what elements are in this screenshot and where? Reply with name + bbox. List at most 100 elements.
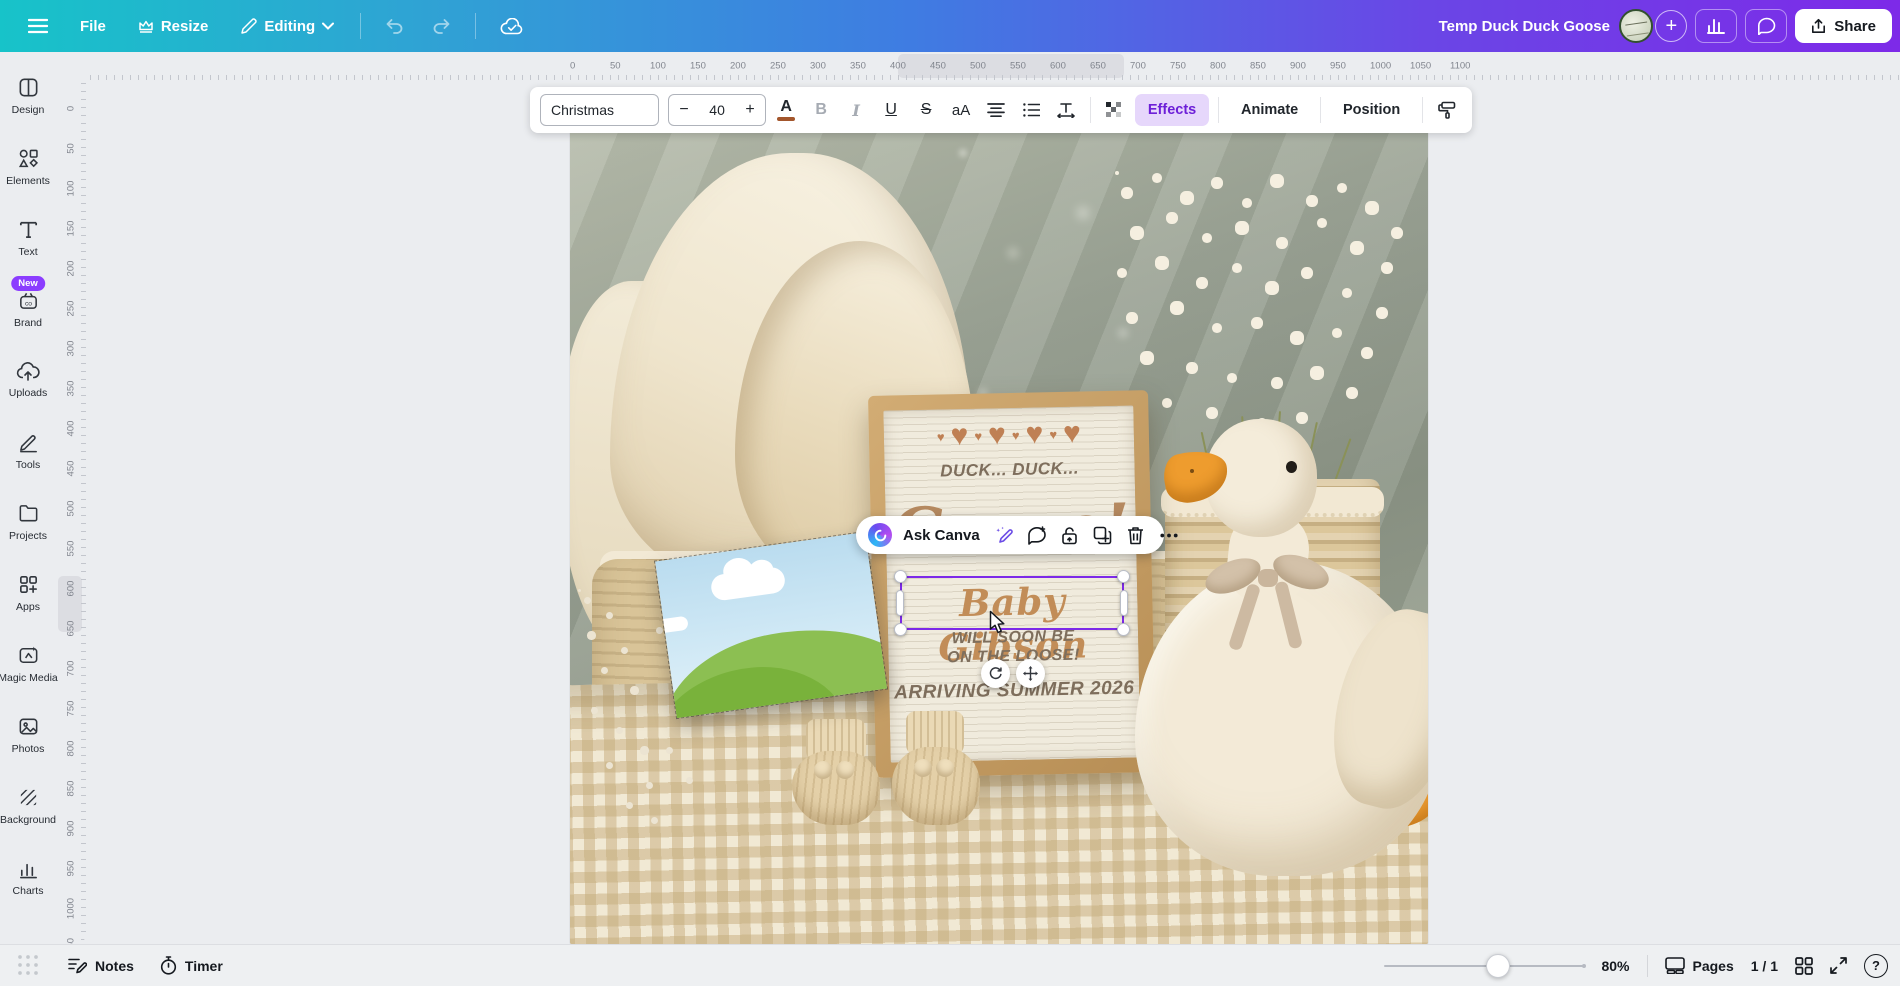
notes-button[interactable]: Notes [68,957,134,974]
zoom-slider-thumb[interactable] [1486,954,1510,978]
strikethrough-button[interactable]: S [911,94,941,126]
zoom-level[interactable]: 80% [1601,958,1629,974]
selection-handle-right[interactable] [1120,590,1128,616]
sidebar-item-uploads[interactable]: Uploads [0,360,56,431]
elements-icon [17,147,40,170]
selection-box[interactable] [900,576,1124,630]
page-indicator: 1 / 1 [1751,958,1778,974]
grid-view-button[interactable] [1795,957,1813,975]
italic-button[interactable]: I [841,94,871,126]
sidebar-item-photos[interactable]: Photos [0,715,56,786]
selection-handle-left[interactable] [896,590,904,616]
duplicate-icon[interactable] [1092,522,1114,548]
add-member-button[interactable]: + [1655,10,1687,42]
alignment-button[interactable] [981,94,1011,126]
comments-button[interactable] [1745,9,1787,43]
sidebar: Design Elements Text New co Brand Upload… [0,52,56,944]
ask-canva-label[interactable]: Ask Canva [903,527,980,544]
sidebar-item-charts[interactable]: Charts [0,857,56,928]
list-button[interactable] [1016,94,1046,126]
timer-button[interactable]: Timer [160,956,223,975]
main-menu-button[interactable] [16,10,60,42]
duck-eye [1286,461,1297,473]
bottom-bar: Notes Timer 80% Pages 1 / 1 ? [0,944,1900,986]
transparency-button[interactable] [1100,94,1130,126]
sidebar-item-projects[interactable]: Projects [0,502,56,573]
sidebar-item-elements[interactable]: Elements [0,147,56,218]
canva-assistant-icon[interactable] [868,523,892,547]
knitted-bootie-right [890,711,980,829]
font-size-stepper: − 40 + [668,94,766,126]
effects-button[interactable]: Effects [1135,94,1209,126]
landscape-image-element[interactable] [655,532,887,718]
zoom-slider[interactable] [1384,954,1584,978]
design-title[interactable]: Temp Duck Duck Goose [1439,0,1610,52]
sidebar-item-tools[interactable]: Tools [0,431,56,502]
animate-button[interactable]: Animate [1228,94,1311,126]
magic-edit-icon[interactable] [993,522,1015,548]
text-format-toolbar: Christmas − 40 + A B I U S aA Effects An… [530,87,1472,133]
more-options-icon[interactable] [1158,522,1180,548]
crown-icon [138,20,154,33]
text-spacing-button[interactable] [1051,94,1081,126]
selection-handle-top-left[interactable] [894,570,907,583]
hamburger-icon [28,18,48,34]
delete-icon[interactable] [1125,522,1147,548]
app-grid-icon[interactable] [16,953,42,979]
font-size-decrease-button[interactable]: − [669,101,699,119]
sidebar-item-brand[interactable]: New co Brand [0,289,56,360]
top-bar: File Resize Editing Temp Duck Duck Goose… [0,0,1900,52]
divider [1647,955,1648,977]
zoom-slider-track [1384,965,1584,967]
folder-icon [17,502,40,525]
font-size-increase-button[interactable]: + [735,101,765,119]
selection-handle-bottom-right[interactable] [1117,623,1130,636]
board-text-duck-duck[interactable]: DUCK... DUCK... [884,457,1134,482]
fullscreen-button[interactable] [1830,957,1847,974]
text-color-button[interactable]: A [771,94,801,126]
redo-button[interactable] [422,11,461,42]
sidebar-item-apps[interactable]: Apps [0,573,56,644]
lock-icon[interactable] [1059,522,1081,548]
undo-button[interactable] [375,11,414,42]
insights-button[interactable] [1695,9,1737,43]
share-button[interactable]: Share [1795,9,1892,43]
divider [475,13,476,39]
copy-style-button[interactable] [1432,94,1462,126]
ribbon-knot [1258,569,1278,587]
underline-button[interactable]: U [876,94,906,126]
photos-icon [17,715,40,738]
cloud-saved-icon[interactable] [490,10,534,43]
bar-chart-icon [1707,18,1725,34]
sidebar-item-design[interactable]: Design [0,76,56,147]
position-button[interactable]: Position [1330,94,1413,126]
heart-icon: ♥ [937,429,945,444]
comment-add-icon[interactable] [1026,522,1048,548]
charts-icon [17,857,40,880]
avatar[interactable] [1619,9,1653,43]
move-button[interactable] [1016,659,1045,688]
heart-icon: ♥ [988,418,1007,452]
sidebar-item-background[interactable]: Background [0,786,56,857]
bold-button[interactable]: B [806,94,836,126]
vertical-ruler: 0501001502002503003504004505005506006507… [56,80,86,944]
board-text-arriving[interactable]: ARRIVING SUMMER 2026 [889,677,1139,704]
ask-canva-toolbar: Ask Canva [856,516,1164,554]
editing-mode-button[interactable]: Editing [228,10,346,43]
text-case-button[interactable]: aA [946,94,976,126]
pages-button[interactable]: Pages [1665,957,1734,974]
file-menu-button[interactable]: File [68,10,118,43]
hearts-row[interactable]: ♥ ♥ ♥ ♥ ♥ ♥ ♥ ♥ [884,415,1135,454]
resize-button[interactable]: Resize [126,10,221,43]
chevron-down-icon [322,22,334,30]
font-size-value[interactable]: 40 [699,102,735,118]
horizontal-ruler: 0501001502002503003504004505005506006507… [86,52,1900,80]
heart-icon: ♥ [1025,417,1044,451]
share-upload-icon [1811,18,1826,34]
selection-handle-bottom-left[interactable] [894,623,907,636]
help-button[interactable]: ? [1864,954,1888,978]
font-family-select[interactable]: Christmas [540,94,659,126]
rotate-button[interactable] [981,659,1010,688]
sidebar-item-magic-media[interactable]: Magic Media [0,644,56,715]
selection-handle-top-right[interactable] [1117,570,1130,583]
